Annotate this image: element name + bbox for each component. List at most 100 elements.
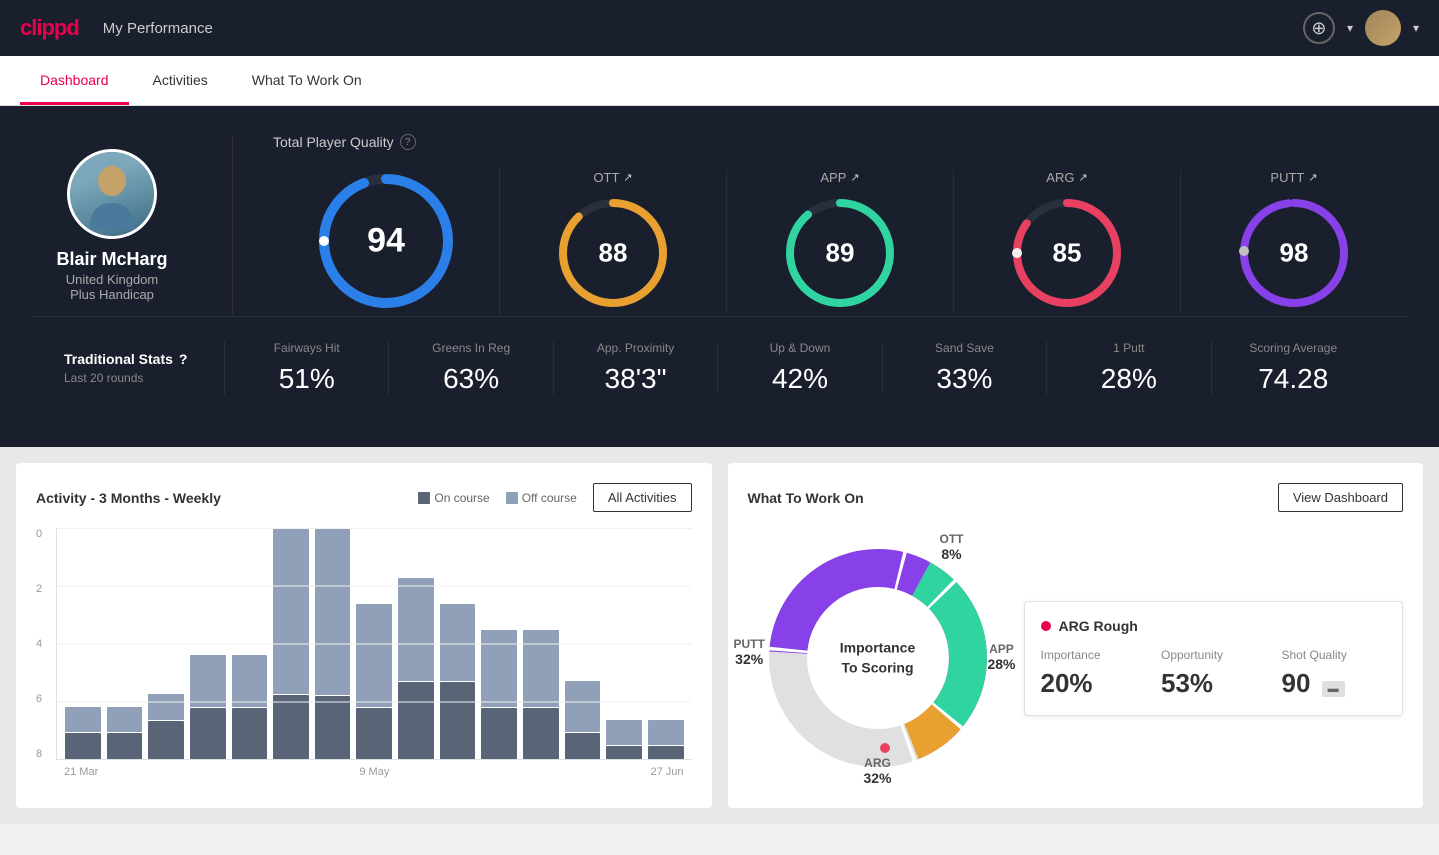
bar-group-9 [440, 528, 476, 759]
y-label-1: 6 [36, 693, 48, 705]
arg-label: ARG ↗ [1046, 170, 1087, 185]
player-avatar [67, 149, 157, 239]
info-stat-shot-quality: Shot Quality 90 ▬ [1282, 648, 1387, 699]
info-stat-shot-quality-label: Shot Quality [1282, 648, 1387, 662]
app-arrow-icon: ↗ [850, 171, 859, 184]
bar-on-5 [273, 695, 309, 759]
legend-on-course: On course [418, 491, 489, 505]
bar-off-14 [648, 720, 684, 746]
stat-app-proximity-value: 38'3" [566, 363, 705, 395]
logo-text: clippd [20, 15, 79, 41]
info-card-title-text: ARG Rough [1059, 618, 1138, 634]
bar-group-0 [65, 528, 101, 759]
trad-help-icon[interactable]: ? [179, 351, 188, 367]
ott-label-text: OTT [593, 170, 619, 185]
player-name: Blair McHarg [56, 249, 167, 270]
bar-on-14 [648, 746, 684, 759]
stat-greens-in-reg-label: Greens In Reg [401, 341, 540, 355]
arg-circle: 85 [1007, 193, 1127, 313]
legend-on-course-label: On course [434, 491, 489, 505]
putt-circle: 98 [1234, 193, 1354, 313]
bar-on-3 [190, 708, 226, 759]
y-axis: 8 6 4 2 0 [36, 528, 56, 760]
tab-what-to-work-on[interactable]: What To Work On [232, 56, 382, 105]
putt-label-text: PUTT [1270, 170, 1304, 185]
info-stat-opportunity-value: 53% [1161, 668, 1266, 699]
putt-score-value: 98 [1280, 237, 1309, 268]
bar-on-13 [606, 746, 642, 759]
add-chevron-icon: ▾ [1347, 21, 1353, 35]
player-avatar-inner [70, 152, 154, 236]
app-label: APP ↗ [820, 170, 859, 185]
info-stat-shot-quality-value: 90 ▬ [1282, 668, 1387, 699]
arg-arrow-icon: ↗ [1078, 171, 1087, 184]
score-arg: ARG ↗ 85 [954, 170, 1181, 313]
info-card-title: ARG Rough [1041, 618, 1387, 634]
what-to-work-on-header: What To Work On View Dashboard [748, 483, 1404, 512]
bar-group-6 [315, 528, 351, 759]
bar-on-6 [315, 696, 351, 759]
bars-container [56, 528, 692, 760]
activity-panel-header: Activity - 3 Months - Weekly On course O… [36, 483, 692, 512]
ott-score-value: 88 [599, 237, 628, 268]
tab-dashboard[interactable]: Dashboard [20, 56, 129, 105]
y-label-2: 4 [36, 638, 48, 650]
stat-app-proximity-label: App. Proximity [566, 341, 705, 355]
trad-stats-title: Traditional Stats ? [64, 351, 224, 367]
bar-on-8 [398, 682, 434, 759]
hero-top: Blair McHarg United Kingdom Plus Handica… [32, 134, 1407, 316]
bar-off-5 [273, 528, 309, 694]
all-activities-button[interactable]: All Activities [593, 483, 692, 512]
legend-off-course: Off course [506, 491, 577, 505]
ott-donut-label: OTT8% [940, 532, 964, 562]
bar-off-2 [148, 694, 184, 720]
view-dashboard-button[interactable]: View Dashboard [1278, 483, 1403, 512]
stat-sand-save: Sand Save 33% [882, 341, 1046, 395]
stat-greens-in-reg: Greens In Reg 63% [388, 341, 552, 395]
hero-section: Blair McHarg United Kingdom Plus Handica… [0, 106, 1439, 447]
add-button[interactable]: ⊕ [1303, 12, 1335, 44]
bar-off-10 [481, 630, 517, 707]
y-label-3: 2 [36, 583, 48, 595]
ott-arrow-icon: ↗ [623, 171, 632, 184]
bar-on-11 [523, 708, 559, 759]
info-stat-opportunity-label: Opportunity [1161, 648, 1266, 662]
red-dot-icon [1041, 621, 1051, 631]
shot-quality-badge: ▬ [1322, 681, 1345, 697]
y-label-0: 8 [36, 748, 48, 760]
bar-group-5 [273, 528, 309, 759]
score-ott: OTT ↗ 88 [500, 170, 727, 313]
activity-chart-title: Activity - 3 Months - Weekly [36, 490, 221, 506]
bar-off-8 [398, 578, 434, 681]
bar-on-4 [232, 708, 268, 759]
bar-group-11 [523, 528, 559, 759]
player-handicap: Plus Handicap [70, 287, 154, 302]
help-icon[interactable]: ? [400, 134, 416, 150]
x-label-21-mar: 21 Mar [64, 766, 98, 778]
bar-off-13 [606, 720, 642, 746]
bar-group-3 [190, 528, 226, 759]
info-card: ARG Rough Importance 20% Opportunity 53%… [1024, 601, 1404, 716]
info-stat-importance-label: Importance [1041, 648, 1146, 662]
bar-off-7 [356, 604, 392, 707]
add-icon: ⊕ [1311, 18, 1326, 39]
quality-label-text: Total Player Quality [273, 134, 394, 150]
scores-row: 94 OTT ↗ 88 [273, 166, 1407, 316]
putt-arrow-icon: ↗ [1308, 171, 1317, 184]
app-score-value: 89 [826, 237, 855, 268]
stat-greens-in-reg-value: 63% [401, 363, 540, 395]
bar-on-10 [481, 708, 517, 759]
app-label-text: APP [820, 170, 846, 185]
trad-stats-label: Traditional Stats ? Last 20 rounds [64, 351, 224, 385]
avatar[interactable] [1365, 10, 1401, 46]
tab-activities[interactable]: Activities [133, 56, 228, 105]
what-to-work-on-title: What To Work On [748, 490, 864, 506]
top-nav: clippd My Performance ⊕ ▾ ▾ [0, 0, 1439, 56]
info-card-stats: Importance 20% Opportunity 53% Shot Qual… [1041, 648, 1387, 699]
bar-group-4 [232, 528, 268, 759]
quality-label: Total Player Quality ? [273, 134, 1407, 150]
score-putt: PUTT ↗ 98 [1181, 170, 1407, 313]
what-to-work-on-panel: What To Work On View Dashboard [728, 463, 1424, 808]
stat-scoring-average-value: 74.28 [1224, 363, 1363, 395]
trad-stats-subtitle: Last 20 rounds [64, 371, 224, 385]
